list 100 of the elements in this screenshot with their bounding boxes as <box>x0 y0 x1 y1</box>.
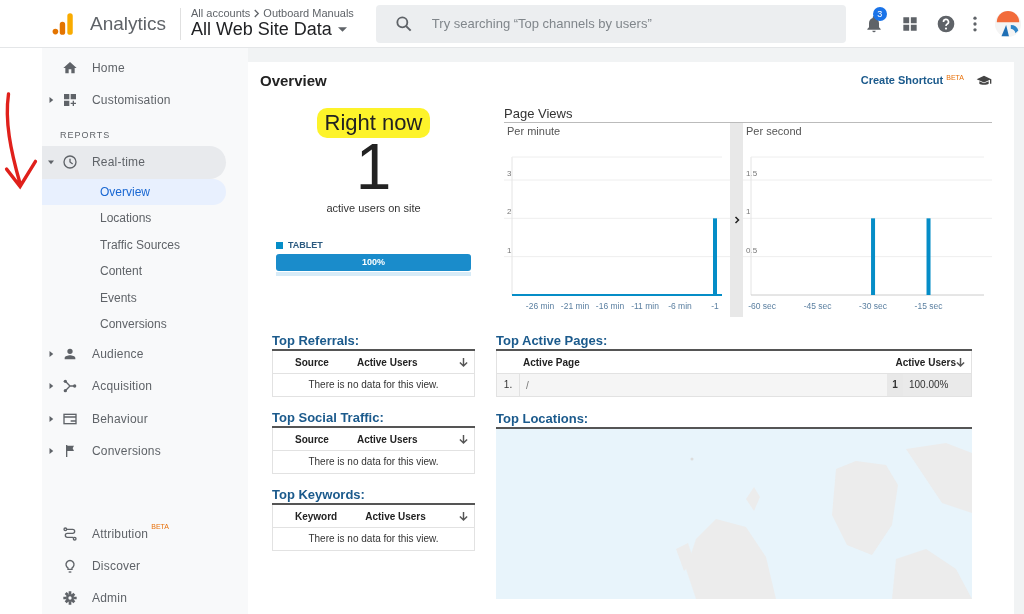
collapse-handle[interactable] <box>730 123 743 317</box>
table-title: Top Social Traffic: <box>272 410 475 428</box>
breadcrumb-link[interactable]: All accounts <box>191 7 251 19</box>
nav-label: Attribution <box>92 526 149 541</box>
clock-icon <box>62 154 78 171</box>
nav-label: Real-time <box>92 155 146 170</box>
caret-icon[interactable] <box>48 383 54 390</box>
row-number: 1. <box>497 374 520 396</box>
y-tick-label: 0.5 <box>746 245 758 255</box>
sort-arrow-icon[interactable] <box>459 356 468 368</box>
nav-label: Audience <box>92 347 144 362</box>
empty-message: There is no data for this view. <box>307 378 440 392</box>
empty-message: There is no data for this view. <box>307 532 440 546</box>
nav-item[interactable]: Discover <box>42 549 226 582</box>
x-tick-label: -45 sec <box>803 301 832 311</box>
table-title: Top Active Pages: <box>496 333 972 351</box>
chart-title: Page Views <box>504 106 992 123</box>
right-now-label: Right now <box>316 108 431 138</box>
x-tick-label: -60 sec <box>748 301 777 311</box>
nav-item[interactable]: Home <box>42 52 226 85</box>
table-title: Top Keywords: <box>272 487 475 505</box>
sort-arrow-icon[interactable] <box>956 356 965 368</box>
page-path-link[interactable]: / <box>520 379 887 391</box>
nav-item[interactable]: Real-time <box>42 146 226 179</box>
column-header[interactable]: Active Users <box>328 351 474 373</box>
search-icon <box>393 13 414 34</box>
x-tick-label: -11 min <box>631 301 659 311</box>
bar-chart-logo-icon <box>50 10 76 37</box>
caret-icon[interactable] <box>48 447 54 454</box>
panel-title: Per second <box>745 124 803 139</box>
lightbulb-icon <box>62 557 78 574</box>
chevron-right-icon <box>253 8 261 18</box>
nav-label: Admin <box>92 590 127 605</box>
search-bar[interactable]: Try searching “Top channels by users” <box>375 4 846 43</box>
dashboard-icon <box>62 92 78 109</box>
nav-subitem[interactable]: Overview <box>42 178 226 206</box>
x-tick-label: -1 <box>711 301 719 311</box>
column-header[interactable]: Active Users <box>328 428 474 450</box>
create-shortcut-link[interactable]: Create Shortcut <box>860 74 944 86</box>
sort-arrow-icon[interactable] <box>459 510 468 522</box>
y-tick-label: 1 <box>746 207 751 217</box>
section-heading: REPORTS <box>59 129 112 143</box>
y-tick-label: 3 <box>507 169 512 178</box>
branch-icon <box>62 378 78 395</box>
column-header[interactable]: Keyword <box>273 505 338 527</box>
nav-item[interactable]: Audience <box>42 338 226 371</box>
x-tick-label: -21 min <box>560 301 590 311</box>
x-tick-label: -16 min <box>595 301 625 311</box>
active-user-count: 1 <box>355 138 392 196</box>
breadcrumb-link[interactable]: Outboard Manuals <box>263 7 354 19</box>
y-tick-label: 1.5 <box>746 169 758 178</box>
caret-icon[interactable] <box>48 159 54 166</box>
nav-subitem[interactable]: Events <box>42 284 226 312</box>
device-share-reading: 100% <box>361 256 386 269</box>
nav-subitem[interactable]: Locations <box>42 205 226 232</box>
nav-item[interactable]: Admin <box>42 581 226 614</box>
caret-icon[interactable] <box>48 97 54 104</box>
dropdown-arrow-icon <box>337 26 347 33</box>
empty-message: There is no data for this view. <box>307 455 440 469</box>
product-name: Analytics <box>90 12 167 35</box>
notification-badge: 3 <box>872 6 887 21</box>
x-tick-label: -15 sec <box>914 301 943 311</box>
device-label: TABLET <box>288 240 323 250</box>
legend-swatch-icon <box>276 241 283 249</box>
page-title: Overview <box>260 71 328 89</box>
table-title: Top Referrals: <box>272 333 475 351</box>
column-header[interactable]: Active Page <box>497 351 580 373</box>
nav-label: Behaviour <box>92 411 148 426</box>
sort-arrow-icon[interactable] <box>459 433 468 445</box>
view-selector[interactable]: All Web Site Data <box>191 19 354 40</box>
nav-item[interactable]: Customisation <box>42 84 226 117</box>
avatar-icon[interactable] <box>993 9 1022 38</box>
y-tick-label: 2 <box>507 207 512 217</box>
x-tick-label: -26 min <box>525 301 555 311</box>
x-tick-label: -6 min <box>668 301 692 311</box>
panel-title: Per minute <box>506 124 562 139</box>
nav-label: Home <box>92 61 125 76</box>
chevron-right-icon <box>733 216 740 224</box>
column-header[interactable]: Source <box>273 428 329 450</box>
caret-icon[interactable] <box>48 415 54 422</box>
x-tick-label: -30 sec <box>859 301 887 311</box>
graduation-cap-icon[interactable] <box>976 74 992 86</box>
caret-icon[interactable] <box>48 351 54 358</box>
active-users-caption: active users on site <box>326 202 421 214</box>
settings-icon <box>62 589 78 606</box>
route-icon <box>62 525 78 542</box>
column-header[interactable]: Active Users <box>337 505 474 527</box>
nav-item[interactable]: Behaviour <box>42 402 226 435</box>
nav-item[interactable]: Conversions <box>42 434 226 467</box>
table-cell: 100.00% <box>903 374 971 396</box>
nav-subitem[interactable]: Conversions <box>42 311 226 339</box>
search-field[interactable]: Try searching “Top channels by users” <box>429 15 834 32</box>
column-header[interactable]: Active Users <box>873 351 971 373</box>
nav-subitem[interactable]: Traffic Sources <box>42 231 226 259</box>
nav-label: Discover <box>92 558 141 573</box>
nav-item[interactable]: Acquisition <box>42 370 226 403</box>
column-header[interactable]: Source <box>273 351 329 373</box>
nav-label: Conversions <box>92 443 161 458</box>
help-icon[interactable] <box>935 13 956 34</box>
nav-subitem[interactable]: Content <box>42 258 226 285</box>
